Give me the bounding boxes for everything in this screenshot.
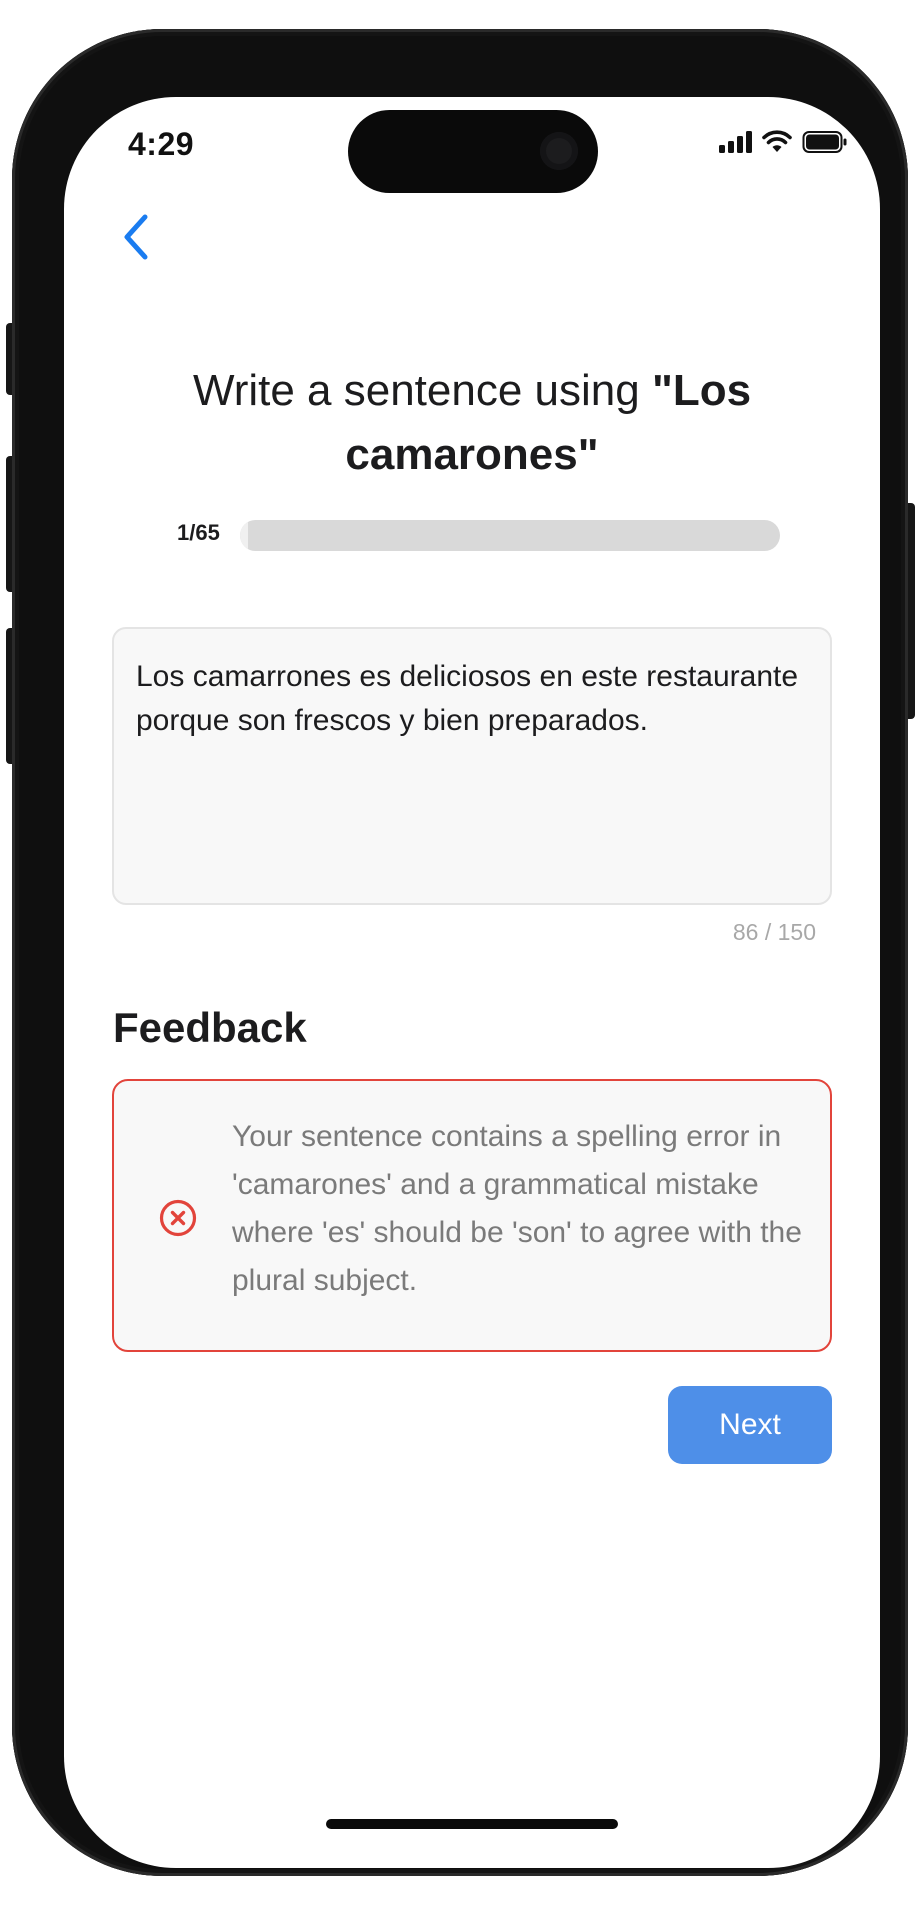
- front-camera: [540, 132, 578, 170]
- progress-fill: [240, 520, 249, 551]
- wifi-icon: [762, 130, 792, 152]
- prompt-title: Write a sentence using "Los camarones": [124, 359, 820, 487]
- answer-textarea[interactable]: Los camarrones es deliciosos en este res…: [112, 627, 832, 905]
- next-button[interactable]: Next: [668, 1386, 832, 1464]
- feedback-heading: Feedback: [113, 1004, 307, 1051]
- feedback-message: Your sentence contains a spelling error …: [232, 1120, 802, 1297]
- progress-bar: [240, 520, 780, 551]
- phone-frame: 4:29 Write a sentence using "Los camaron…: [12, 29, 908, 1876]
- status-icons: [719, 130, 848, 154]
- feedback-card: Your sentence contains a spelling error …: [112, 1079, 832, 1352]
- battery-icon: [802, 131, 847, 153]
- character-count: 86 / 150: [732, 919, 816, 945]
- chevron-left-icon: [124, 214, 148, 260]
- screen: 4:29 Write a sentence using "Los camaron…: [64, 97, 880, 1868]
- back-button[interactable]: [112, 202, 160, 272]
- home-indicator[interactable]: [326, 1819, 618, 1829]
- error-circle-icon: [159, 1199, 197, 1237]
- dynamic-island: [348, 110, 598, 193]
- signal-icon: [719, 131, 752, 153]
- prompt-prefix: Write a sentence using: [192, 366, 652, 415]
- status-time: 4:29: [128, 126, 195, 162]
- progress-count: 1/65: [177, 520, 220, 545]
